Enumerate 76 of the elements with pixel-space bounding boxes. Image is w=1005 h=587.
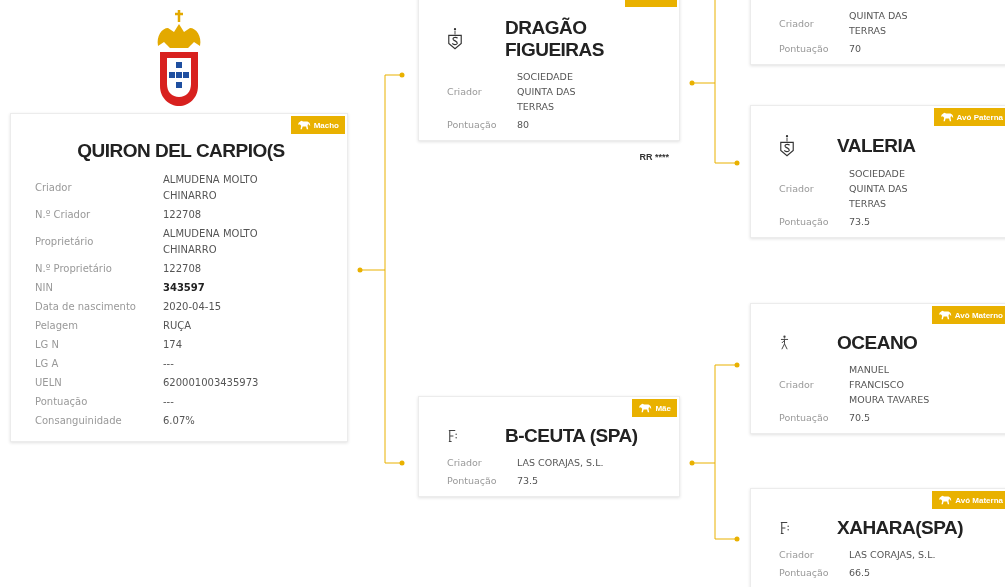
badge-label: Avó Materna (955, 495, 1003, 505)
horse-icon (937, 310, 952, 320)
horse-name: VALERIA (837, 135, 917, 157)
field-value: 174 (163, 338, 184, 352)
ancestor-card[interactable]: Avô Materno OCEANO Criador MANUEL FRANCISCO MOURA TAVARES Pontuação 70.5 (750, 303, 1005, 434)
field-value: 620001003435973 (163, 376, 260, 390)
field-value: ALMUDENA MOLTO CHINARRO (163, 173, 259, 203)
field-value: SOCIEDADE QUINTA DAS TERRAS (849, 167, 909, 211)
badge-label: Mãe (655, 403, 671, 413)
field-value: 73.5 (517, 474, 540, 488)
horse-icon (938, 495, 953, 505)
field-value: 6.07% (163, 414, 196, 428)
horse-icon (638, 403, 653, 413)
field-value: SOCIEDADE QUINTA DAS TERRAS (517, 70, 577, 114)
field-value: --- (163, 357, 175, 371)
field-label: Criador (779, 378, 815, 392)
field-label: Criador (35, 181, 73, 195)
field-label: Consanguinidade (35, 414, 123, 428)
field-value: 122708 (163, 208, 203, 222)
horse-name: B-CEUTA (SPA) (505, 425, 639, 447)
field-label: Pontuação (779, 215, 830, 229)
field-value: 70.5 (849, 411, 872, 425)
field-label: N.º Criador (35, 208, 92, 222)
shield-icon (447, 27, 463, 51)
field-label: Pontuação (779, 566, 830, 580)
ancestor-card[interactable]: Avó Materna XAHARA(SPA) Criador LAS CORAJAS, S.L. Pontuação 66.5 (750, 488, 1005, 587)
field-label: LG A (35, 357, 60, 371)
field-value: LAS CORAJAS, S.L. (517, 456, 605, 470)
rating-text: RR **** (639, 152, 669, 162)
field-label: Criador (447, 85, 483, 99)
field-value: 70 (849, 42, 863, 56)
field-label: Criador (447, 456, 483, 470)
field-value: 73.5 (849, 215, 872, 229)
badge-label: Macho (313, 120, 339, 130)
horse-name: DRAGÃO FIGUEIRAS (505, 17, 605, 61)
field-label: Pontuação (779, 42, 830, 56)
field-label: Pontuação (447, 118, 498, 132)
badge-label: Avó Paterna (956, 112, 1003, 122)
field-value: QUINTA DAS TERRAS (849, 9, 909, 38)
field-value: RUÇA (163, 319, 193, 333)
field-label: Pontuação (35, 395, 89, 409)
brand-mark-icon (447, 428, 458, 444)
field-label: UELN (35, 376, 63, 390)
field-label: LG N (35, 338, 60, 352)
shield-icon (779, 134, 795, 158)
ancestor-card[interactable]: Criador QUINTA DAS TERRAS Pontuação 70 (750, 0, 1005, 65)
relation-badge (625, 0, 677, 7)
field-label: Pontuação (779, 411, 830, 425)
field-value: MANUEL FRANCISCO MOURA TAVARES (849, 363, 931, 407)
horse-icon (939, 112, 954, 122)
horse-name: OCEANO (837, 332, 919, 354)
field-label: Criador (779, 16, 815, 31)
field-label: N.º Proprietário (35, 262, 113, 276)
walking-figure-icon (779, 335, 790, 351)
field-value: ALMUDENA MOLTO CHINARRO (163, 227, 259, 257)
field-label: Criador (779, 548, 815, 562)
field-label: Pontuação (447, 474, 498, 488)
field-value: 122708 (163, 262, 203, 276)
field-value: LAS CORAJAS, S.L. (849, 548, 937, 562)
field-value: 343597 (163, 281, 206, 295)
field-value: 2020-04-15 (163, 300, 223, 314)
horse-icon (296, 120, 311, 130)
field-value: 80 (517, 118, 531, 132)
field-label: Criador (779, 182, 815, 196)
field-label: NIN (35, 281, 54, 295)
field-value: --- (163, 395, 175, 409)
horse-name: XAHARA(SPA) (837, 517, 965, 539)
field-value: 66.5 (849, 566, 872, 580)
ancestor-card[interactable]: Mãe B-CEUTA (SPA) Criador LAS CORAJAS, S.L. Pontuação 73.5 (418, 396, 680, 497)
horse-name: QUIRON DEL CARPIO(S (76, 140, 286, 162)
ancestor-card[interactable]: Avó Paterna VALERIA Criador SOCIEDADE QUINTA DAS TERRAS Pontuação 73.5 (750, 105, 1005, 238)
field-label: Data de nascimento (35, 300, 137, 314)
field-label: Pelagem (35, 319, 79, 333)
field-label: Proprietário (35, 235, 95, 249)
badge-label: Avô Materno (954, 310, 1003, 320)
brand-mark-icon (779, 520, 790, 536)
